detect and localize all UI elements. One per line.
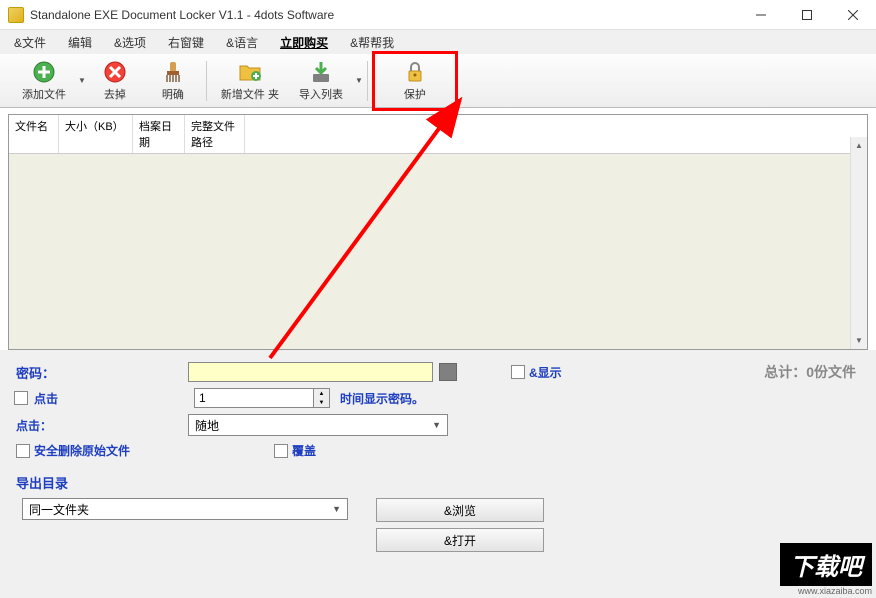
open-button[interactable]: &打开 xyxy=(376,528,544,552)
import-label: 导入列表 xyxy=(299,86,343,102)
menu-help[interactable]: &帮帮我 xyxy=(340,32,404,53)
show-checkbox[interactable] xyxy=(511,365,525,379)
add-files-button[interactable]: 添加文件 xyxy=(16,56,72,106)
import-dropdown-icon[interactable]: ▼ xyxy=(355,76,363,85)
remove-label: 去掉 xyxy=(104,86,126,102)
minimize-button[interactable] xyxy=(738,0,784,30)
clear-button[interactable]: 明确 xyxy=(148,56,198,106)
scroll-down-icon[interactable]: ▼ xyxy=(851,332,867,349)
toolbar-separator xyxy=(206,61,207,101)
protect-label: 保护 xyxy=(404,86,426,102)
column-headers: 文件名 大小（KB） 档案日期 完整文件路径 xyxy=(9,115,867,154)
export-folder-value: 同一文件夹 xyxy=(29,501,89,518)
menu-rightkey[interactable]: 右窗键 xyxy=(158,32,214,53)
toolbar-separator-2 xyxy=(367,61,368,101)
time-spinner[interactable]: 1 xyxy=(194,388,314,408)
col-path[interactable]: 完整文件路径 xyxy=(185,115,245,153)
chevron-down-icon: ▼ xyxy=(432,420,441,430)
titlebar: Standalone EXE Document Locker V1.1 - 4d… xyxy=(0,0,876,30)
password-label: 密码： xyxy=(16,363,188,382)
spinner-up-icon[interactable]: ▲ xyxy=(314,389,329,398)
scroll-up-icon[interactable]: ▲ xyxy=(851,137,867,154)
watermark: 下载吧 www.xiazaiba.com xyxy=(780,543,872,596)
menu-options[interactable]: &选项 xyxy=(104,32,156,53)
menu-file[interactable]: &文件 xyxy=(4,32,56,53)
window-title: Standalone EXE Document Locker V1.1 - 4d… xyxy=(30,8,334,22)
window-controls xyxy=(738,0,876,30)
total-files-label: 总计：0份文件 xyxy=(764,362,856,382)
click-label: 点击 xyxy=(34,390,194,407)
add-dropdown-icon[interactable]: ▼ xyxy=(78,76,86,85)
toolbar: 添加文件 ▼ 去掉 明确 新增文件 夹 导入列表 ▼ 保护 xyxy=(0,54,876,108)
add-label: 添加文件 xyxy=(22,86,66,102)
show-label: &显示 xyxy=(529,364,562,381)
chevron-down-icon-2: ▼ xyxy=(332,504,341,514)
clear-icon xyxy=(161,60,185,84)
col-name[interactable]: 文件名 xyxy=(9,115,59,153)
click-checkbox[interactable] xyxy=(14,391,28,405)
spinner-down-icon[interactable]: ▼ xyxy=(314,398,329,407)
menu-language[interactable]: &语言 xyxy=(216,32,268,53)
browse-button[interactable]: &浏览 xyxy=(376,498,544,522)
file-list-panel: 文件名 大小（KB） 档案日期 完整文件路径 ▲ ▼ xyxy=(8,114,868,350)
spinner-value: 1 xyxy=(199,391,206,405)
time-display-label: 时间显示密码。 xyxy=(340,390,424,407)
watermark-text: 下载吧 xyxy=(780,543,872,586)
new-folder-button[interactable]: 新增文件 夹 xyxy=(215,56,285,106)
password-input[interactable] xyxy=(188,362,433,382)
import-icon xyxy=(309,60,333,84)
app-icon xyxy=(8,7,24,23)
lock-icon xyxy=(403,60,427,84)
menu-buynow[interactable]: 立即购买 xyxy=(270,32,338,53)
remove-icon xyxy=(103,60,127,84)
watermark-url: www.xiazaiba.com xyxy=(780,586,872,596)
overwrite-label: 覆盖 xyxy=(292,442,316,459)
clear-label: 明确 xyxy=(162,86,184,102)
col-size[interactable]: 大小（KB） xyxy=(59,115,133,153)
import-list-button[interactable]: 导入列表 xyxy=(293,56,349,106)
click2-label: 点击： xyxy=(16,417,188,434)
maximize-button[interactable] xyxy=(784,0,830,30)
protect-button[interactable]: 保护 xyxy=(381,56,449,106)
secure-delete-checkbox[interactable] xyxy=(16,444,30,458)
export-folder-select[interactable]: 同一文件夹 ▼ xyxy=(22,498,348,520)
close-button[interactable] xyxy=(830,0,876,30)
vertical-scrollbar[interactable]: ▲ ▼ xyxy=(850,137,867,349)
export-dir-label: 导出目录 xyxy=(16,473,68,492)
overwrite-checkbox[interactable] xyxy=(274,444,288,458)
remove-button[interactable]: 去掉 xyxy=(90,56,140,106)
settings-panel: 总计：0份文件 密码： &显示 点击 1 ▲ ▼ 时间显示密码。 点击： 随地 … xyxy=(0,350,876,598)
col-date[interactable]: 档案日期 xyxy=(133,115,185,153)
open-label: &打开 xyxy=(444,532,476,549)
spinner-buttons[interactable]: ▲ ▼ xyxy=(314,388,330,408)
position-select[interactable]: 随地 ▼ xyxy=(188,414,448,436)
folder-icon xyxy=(238,60,262,84)
new-folder-label: 新增文件 夹 xyxy=(221,86,279,102)
browse-label: &浏览 xyxy=(444,502,476,519)
menu-edit[interactable]: 编辑 xyxy=(58,32,102,53)
position-select-value: 随地 xyxy=(195,417,219,434)
protect-highlight-box: 保护 xyxy=(372,51,458,111)
password-strength-box xyxy=(439,363,457,381)
secure-delete-label: 安全删除原始文件 xyxy=(34,442,274,459)
add-icon xyxy=(32,60,56,84)
